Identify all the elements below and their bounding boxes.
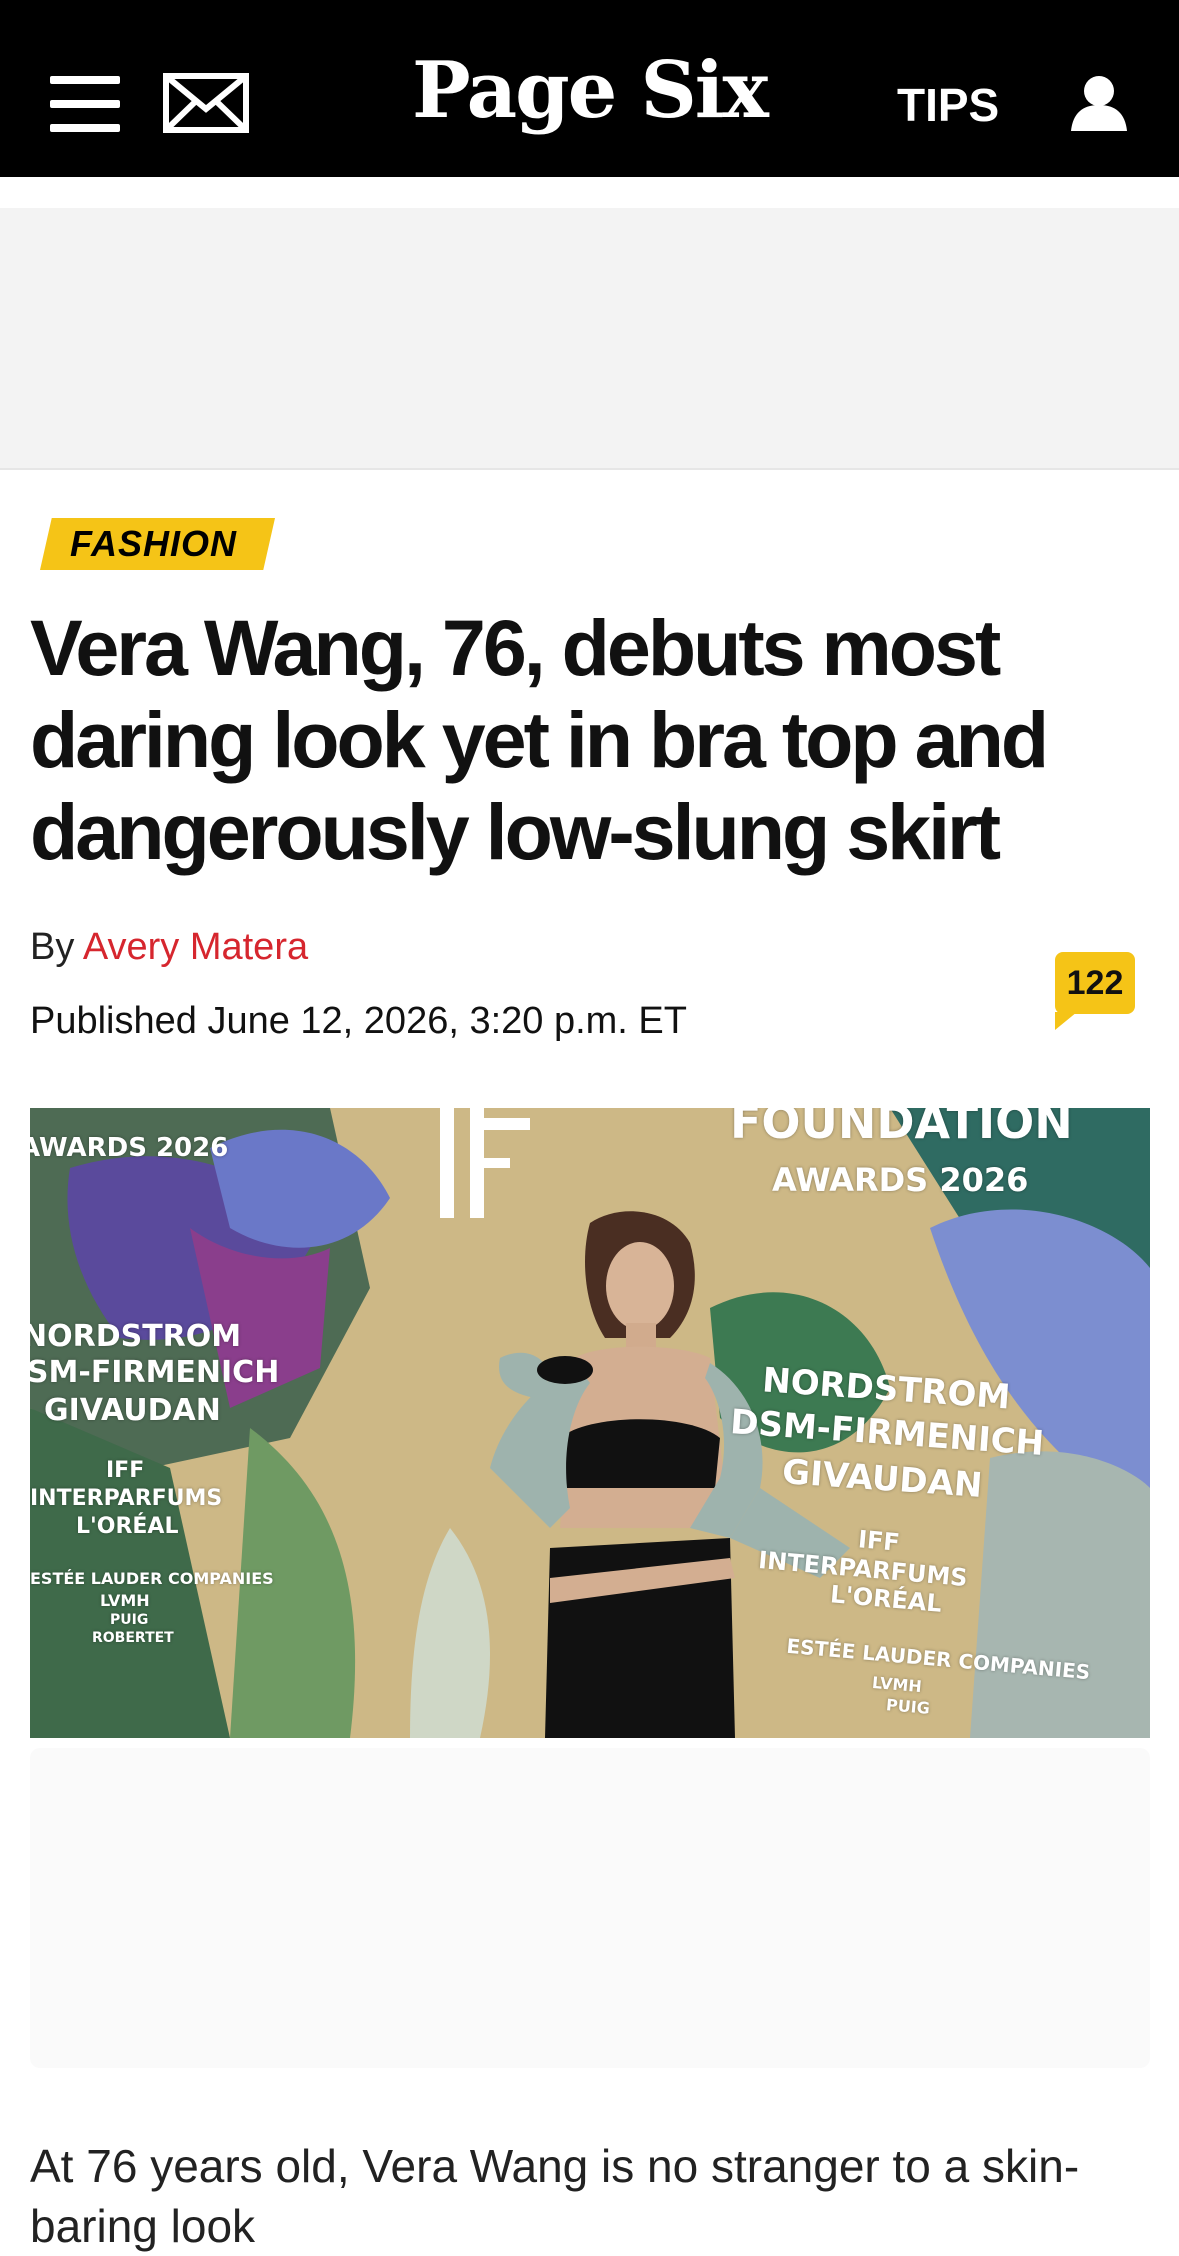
top-navigation-bar: Page Six TIPS <box>0 0 1179 177</box>
backdrop-sponsor: NORDSTROM <box>30 1319 242 1354</box>
backdrop-sponsor: PUIG <box>885 1695 931 1718</box>
hero-image[interactable]: FOUNDATION AWARDS 2026 AWARDS 2026 NORDS… <box>30 1108 1150 1738</box>
backdrop-sponsor: DSM-FIRMENICH <box>30 1355 280 1390</box>
backdrop-sponsor: ESTÉE LAUDER COMPANIES <box>30 1569 274 1588</box>
backdrop-foundation-text: FOUNDATION <box>730 1108 1073 1149</box>
backdrop-sponsor: IFF <box>106 1458 145 1483</box>
backdrop-awards-left: AWARDS 2026 <box>30 1133 229 1163</box>
section-tag-fashion[interactable]: FASHION <box>40 518 276 570</box>
tips-link[interactable]: TIPS <box>897 78 999 132</box>
advertisement-placeholder <box>0 208 1179 470</box>
backdrop-sponsor: INTERPARFUMS <box>30 1486 223 1511</box>
publish-date: Published June 12, 2026, 3:20 p.m. ET <box>30 1000 687 1042</box>
byline-prefix: By <box>30 926 75 968</box>
byline: By Avery Matera <box>30 926 308 969</box>
backdrop-sponsor: LVMH <box>100 1591 150 1610</box>
backdrop-sponsor: ROBERTET <box>92 1630 174 1646</box>
backdrop-sponsor: L'ORÉAL <box>76 1514 179 1539</box>
backdrop-sponsor: PUIG <box>110 1612 149 1628</box>
caption-placeholder <box>30 1748 1150 2068</box>
foundation-logo-mark <box>440 1108 530 1218</box>
account-icon[interactable] <box>1069 73 1129 133</box>
article-headline: Vera Wang, 76, debuts most daring look y… <box>30 603 1049 876</box>
backdrop-sponsor: IFF <box>856 1525 901 1557</box>
backdrop-sponsor: GIVAUDAN <box>44 1393 221 1428</box>
article-body-first-paragraph: At 76 years old, Vera Wang is no strange… <box>30 2140 1080 2252</box>
author-link[interactable]: Avery Matera <box>83 926 308 968</box>
site-logo[interactable]: Page Six <box>0 52 1179 130</box>
backdrop-awards-right: AWARDS 2026 <box>772 1161 1029 1199</box>
comment-count-badge[interactable]: 122 <box>1055 952 1135 1030</box>
